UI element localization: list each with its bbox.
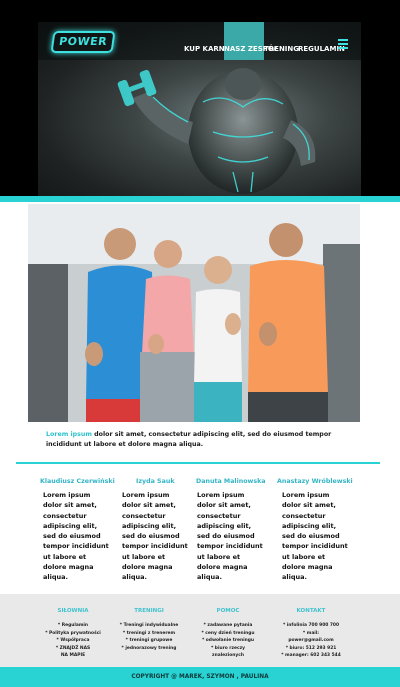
- footer-heading-silownia: SIŁOWNIA: [57, 608, 89, 614]
- footer-link[interactable]: * jednorazowy trening: [119, 645, 179, 653]
- footer-contact: * infolinia 700 900 700: [282, 623, 340, 628]
- footer-link[interactable]: * biuro rzeczy znalezionych: [198, 645, 258, 660]
- footer-link[interactable]: * zadawane pytania: [198, 622, 258, 630]
- footer-heading-pomoc: POMOC: [216, 608, 240, 614]
- power-logo[interactable]: POWER: [50, 31, 116, 53]
- footer-link[interactable]: * ceny dzień treningu: [198, 630, 258, 638]
- footer-link[interactable]: * Polityka prywatności: [43, 630, 103, 638]
- member-name-3: Danuta Malinowska: [196, 478, 266, 485]
- nav-regulamin[interactable]: REGULAMIN: [298, 22, 345, 60]
- member-name-4: Anastazy Wróblewski: [277, 478, 353, 485]
- footer: SIŁOWNIA TRENINGI POMOC KONTAKT * Regula…: [0, 594, 400, 667]
- footer-link[interactable]: * Treningi indywidualne: [119, 622, 179, 630]
- footer-heading-kontakt: KONTAKT: [296, 608, 326, 614]
- footer-list-silownia: * Regulamin * Polityka prywatności * Wsp…: [43, 622, 103, 660]
- intro-paragraph: Lorem ipsum dolor sit amet, consectetur …: [46, 430, 356, 450]
- footer-contact: * biuro: 512 293 921: [285, 645, 337, 651]
- footer-contact[interactable]: * mail: power@gmail.com: [281, 630, 341, 645]
- hero-athlete-image: [117, 68, 316, 194]
- nav-trening[interactable]: TRENING: [264, 22, 299, 60]
- hero-accent-strip: [0, 196, 400, 202]
- footer-list-treningi: * Treningi indywidualne * treningi z tre…: [119, 622, 179, 652]
- footer-list-pomoc: * zadawane pytania * ceny dzień treningu…: [198, 622, 258, 660]
- copyright-bar: COPYRIGHT @ MAREK, SZYMON , PAULINA: [0, 667, 400, 687]
- footer-link[interactable]: * Regulamin: [43, 622, 103, 630]
- nav-nasz-zespol[interactable]: NASZ ZESPÓŁ: [224, 22, 278, 60]
- footer-link[interactable]: * odwołanie treningu: [198, 637, 258, 645]
- hero-section: POWER KUP KARNET NASZ ZESPÓŁ TRENING REG…: [0, 0, 400, 196]
- footer-link[interactable]: * ZNAJDŹ NAS NA MAPIE: [53, 645, 93, 660]
- footer-link[interactable]: * treningi z trenerem: [119, 630, 179, 638]
- team-photo-illustration: [28, 204, 360, 422]
- hamburger-icon[interactable]: [338, 39, 348, 49]
- intro-lead: Lorem ipsum: [46, 431, 92, 438]
- member-bio-2: Lorem ipsum dolor sit amet, consectetur …: [122, 491, 188, 582]
- nav-kup-karnet[interactable]: KUP KARNET: [184, 22, 234, 60]
- member-name-2: Izyda Sauk: [136, 478, 175, 485]
- member-name-1: Klaudiusz Czerwiński: [40, 478, 115, 485]
- member-bio-4: Lorem ipsum dolor sit amet, consectetur …: [282, 491, 348, 582]
- footer-contact: * manager: 602 343 544: [281, 653, 341, 659]
- hero-banner: POWER KUP KARNET NASZ ZESPÓŁ TRENING REG…: [38, 22, 361, 196]
- top-navbar: POWER KUP KARNET NASZ ZESPÓŁ TRENING REG…: [38, 22, 361, 60]
- member-bio-1: Lorem ipsum dolor sit amet, consectetur …: [43, 491, 109, 582]
- footer-link[interactable]: * treningi grupowe: [119, 637, 179, 645]
- member-bio-3: Lorem ipsum dolor sit amet, consectetur …: [197, 491, 263, 582]
- team-photo: [28, 204, 360, 422]
- footer-heading-treningi: TRENINGI: [134, 608, 164, 614]
- section-divider: [16, 462, 380, 464]
- footer-link[interactable]: * Współpraca: [43, 637, 103, 645]
- footer-list-kontakt: * infolinia 700 900 700 * mail: power@gm…: [281, 622, 341, 660]
